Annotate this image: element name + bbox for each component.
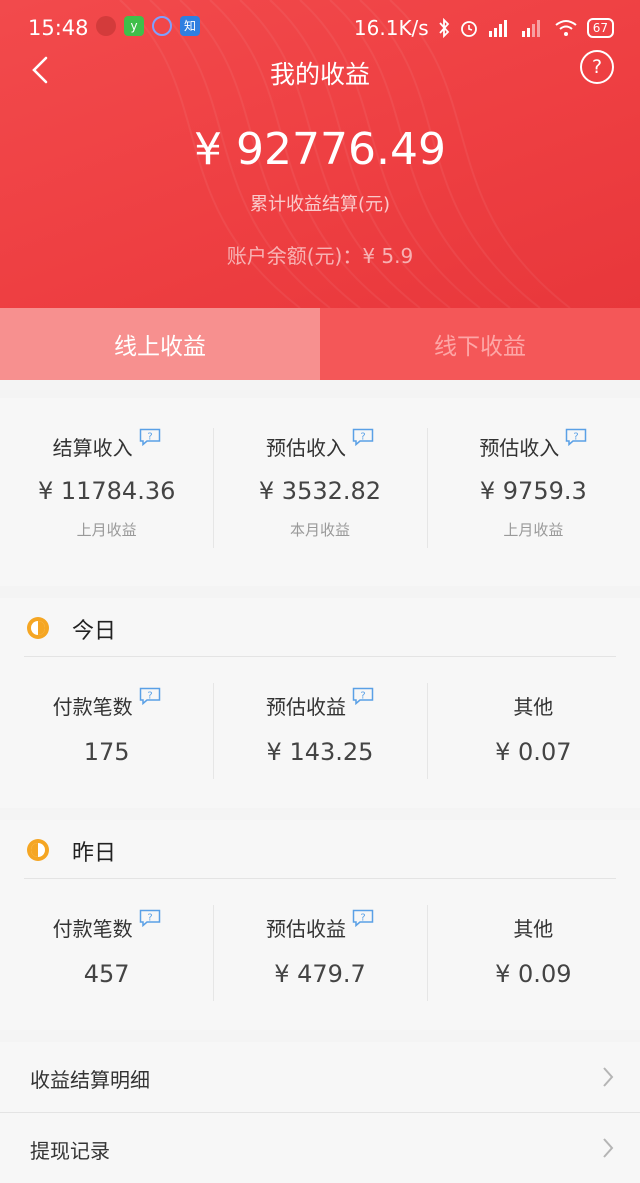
question-bubble-icon[interactable]: ? [565, 428, 587, 446]
today-estimated-value: ¥ 143.25 [266, 738, 374, 766]
withdrawal-record-link[interactable]: 提现记录 [0, 1113, 640, 1183]
question-bubble-icon[interactable]: ? [139, 687, 161, 705]
today-other: 其他 ¥ 0.07 [426, 657, 640, 779]
settlement-detail-link[interactable]: 收益结算明细 [0, 1042, 640, 1113]
earnings-tabs: 线上收益 线下收益 [0, 308, 640, 380]
zhihu-app-icon: 知 [180, 16, 200, 36]
overview-estimated-last-month: 预估收入 ? ¥ 9759.3 上月收益 [426, 398, 640, 548]
svg-text:?: ? [574, 432, 579, 443]
question-bubble-icon[interactable]: ? [139, 909, 161, 927]
battery-icon: 67 [586, 18, 614, 38]
svg-text:?: ? [360, 691, 365, 702]
svg-text:?: ? [147, 432, 152, 443]
tab-offline-earnings[interactable]: 线下收益 [320, 308, 640, 380]
status-right: 16.1K/s 67 [354, 16, 614, 40]
today-title: 今日 [72, 619, 117, 644]
yesterday-other: 其他 ¥ 0.09 [426, 879, 640, 1001]
y-app-icon: y [124, 16, 144, 36]
account-balance: 账户余额(元)：¥ 5.9 [226, 244, 414, 268]
nav-bar: 我的收益 ? [0, 46, 640, 94]
shield-app-icon [96, 16, 116, 36]
sun-icon [27, 839, 49, 861]
question-bubble-icon[interactable]: ? [352, 428, 374, 446]
settlement-detail-label: 收益结算明细 [30, 1068, 150, 1092]
page-title: 我的收益 [269, 60, 370, 89]
overview-estimated-this-month: 预估收入 ? ¥ 3532.82 本月收益 [213, 398, 426, 548]
overview-card: 结算收入 ? ¥ 11784.36 上月收益 预估收入 ? ¥ 3532.82 … [0, 398, 640, 586]
bluetooth-icon [439, 18, 449, 38]
overview-estimated-last-value: ¥ 9759.3 [479, 477, 587, 505]
signal-icon [488, 20, 507, 37]
chevron-right-icon [603, 1138, 614, 1158]
today-header: 今日 [24, 598, 616, 657]
yesterday-estimated-title: 预估收益 [265, 917, 346, 941]
status-app-icons: y 知 [96, 16, 200, 36]
yesterday-title: 昨日 [72, 841, 117, 866]
net-speed: 16.1K/s [353, 16, 429, 40]
svg-text:?: ? [360, 432, 365, 443]
tab-online-earnings[interactable]: 线上收益 [0, 308, 320, 380]
overview-estimated-sub: 本月收益 [289, 521, 350, 539]
today-other-value: ¥ 0.07 [495, 738, 572, 766]
today-payment-count-title: 付款笔数 [52, 695, 133, 719]
today-payment-count: 付款笔数 ? 175 [0, 657, 213, 766]
overview-estimated-value: ¥ 3532.82 [258, 477, 382, 505]
withdrawal-record-label: 提现记录 [30, 1139, 110, 1163]
yesterday-payment-count: 付款笔数 ? 457 [0, 879, 213, 988]
question-bubble-icon[interactable]: ? [139, 428, 161, 446]
circle-app-icon [152, 16, 172, 36]
yesterday-other-title: 其他 [513, 917, 554, 941]
overview-settled-title: 结算收入 [52, 436, 133, 460]
status-time: 15:48 [28, 16, 89, 40]
overview-settled-sub: 上月收益 [76, 521, 137, 539]
svg-text:?: ? [147, 691, 152, 702]
overview-estimated-title: 预估收入 [265, 436, 346, 460]
yesterday-other-value: ¥ 0.09 [495, 960, 572, 988]
total-earnings-label: 累计收益结算(元) [249, 194, 391, 215]
yesterday-header: 昨日 [24, 820, 616, 879]
overview-estimated-last-title: 预估收入 [479, 436, 560, 460]
total-earnings: ¥ 92776.49 [194, 124, 446, 175]
signal-2-icon [521, 20, 540, 37]
wifi-icon [555, 20, 577, 36]
svg-text:?: ? [147, 913, 152, 924]
today-payment-count-value: 175 [83, 738, 130, 766]
today-estimated-earnings: 预估收益 ? ¥ 143.25 [213, 657, 426, 779]
chevron-right-icon [603, 1067, 614, 1087]
yesterday-estimated-earnings: 预估收益 ? ¥ 479.7 [213, 879, 426, 1001]
links-list: 收益结算明细 提现记录 [0, 1042, 640, 1183]
question-bubble-icon[interactable]: ? [352, 687, 374, 705]
overview-settled: 结算收入 ? ¥ 11784.36 上月收益 [0, 398, 213, 540]
alarm-icon [460, 21, 477, 37]
today-section: 今日 付款笔数 ? 175 预估收益 ? ¥ 143.25 其他 ¥ 0.07 [0, 598, 640, 808]
overview-estimated-last-sub: 上月收益 [503, 521, 564, 539]
today-estimated-title: 预估收益 [265, 695, 346, 719]
earnings-header: 15:48 y 知 16.1K/s 67 我的收益 ? ¥ 92776.49 累… [0, 0, 640, 308]
sun-icon [27, 617, 49, 639]
yesterday-payment-count-value: 457 [83, 960, 130, 988]
help-icon[interactable]: ? [580, 50, 614, 84]
yesterday-section: 昨日 付款笔数 ? 457 预估收益 ? ¥ 479.7 其他 ¥ 0.09 [0, 820, 640, 1030]
yesterday-estimated-value: ¥ 479.7 [274, 960, 366, 988]
overview-settled-value: ¥ 11784.36 [37, 477, 176, 505]
svg-text:?: ? [360, 913, 365, 924]
yesterday-payment-count-title: 付款笔数 [52, 917, 133, 941]
question-bubble-icon[interactable]: ? [352, 909, 374, 927]
today-other-title: 其他 [513, 695, 554, 719]
